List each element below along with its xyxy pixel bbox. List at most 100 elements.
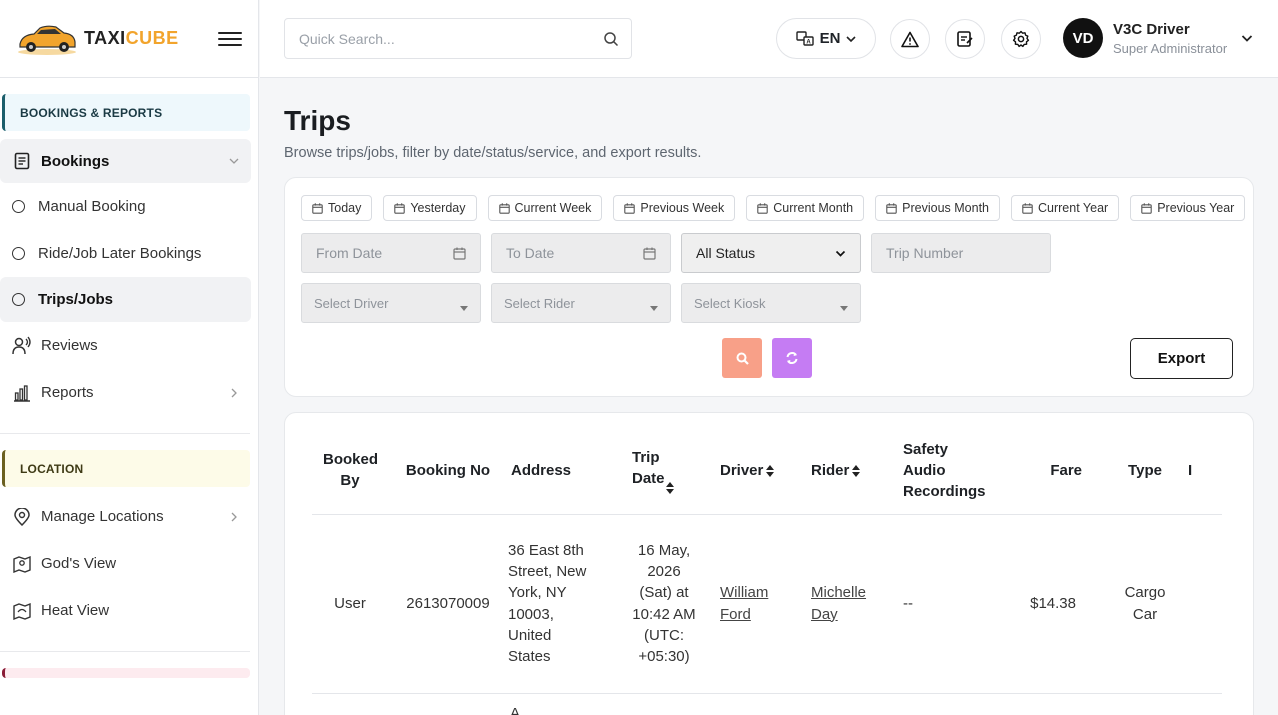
to-date-placeholder: To Date <box>506 245 555 261</box>
sidebar-item-gods-view[interactable]: God's View <box>0 540 251 587</box>
sidebar-item-manual-booking[interactable]: Manual Booking <box>0 183 251 230</box>
sidebar-item-manage-locations[interactable]: Manage Locations <box>0 493 251 540</box>
language-code: EN <box>819 30 841 47</box>
section-bookings-reports: BOOKINGS & REPORTS <box>2 94 250 131</box>
driver-select[interactable]: Select Driver <box>301 283 481 323</box>
edit-document-icon <box>957 31 973 47</box>
sidebar: TAXICUBE BOOKINGS & REPORTS Bookings Man… <box>0 0 259 715</box>
circle-icon <box>12 247 25 260</box>
calendar-icon <box>624 202 636 214</box>
sidebar-item-ride-later-bookings[interactable]: Ride/Job Later Bookings <box>0 230 251 277</box>
filter-panel: Today Yesterday Current Week Previous Week C… <box>284 177 1254 397</box>
svg-text:A: A <box>806 39 811 45</box>
page-title: Trips <box>284 105 351 136</box>
col-address: Address <box>508 427 632 515</box>
sidebar-item-label: Reviews <box>41 337 98 354</box>
col-booked-by: Booked By <box>312 427 388 515</box>
user-role: Super Administrator <box>1113 40 1228 56</box>
kiosk-select[interactable]: Select Kiosk <box>681 283 861 323</box>
range-chip-today[interactable]: Today <box>301 195 373 221</box>
sidebar-item-reports[interactable]: Reports <box>0 369 251 416</box>
sidebar-divider <box>0 433 250 434</box>
circle-icon <box>12 200 25 213</box>
range-chip-previous-year[interactable]: Previous Year <box>1130 195 1246 221</box>
rider-placeholder: Select Rider <box>504 295 575 311</box>
rider-select[interactable]: Select Rider <box>491 283 671 323</box>
notes-button[interactable] <box>945 19 985 59</box>
calendar-icon <box>394 202 406 214</box>
col-fare: Fare <box>1013 427 1108 515</box>
calendar-icon <box>643 247 656 260</box>
sort-icon[interactable] <box>666 481 674 494</box>
trip-number-placeholder: Trip Number <box>886 245 964 261</box>
range-chip-current-week[interactable]: Current Week <box>487 195 603 221</box>
user-menu[interactable]: VD V3C Driver Super Administrator <box>1063 18 1253 58</box>
sidebar-item-label: Manage Locations <box>41 508 164 525</box>
range-chip-current-month[interactable]: Current Month <box>746 195 865 221</box>
quick-search[interactable] <box>284 18 632 59</box>
cell-safety-audio: -- <box>903 514 1013 694</box>
chevron-down-icon <box>229 158 239 164</box>
page-subtitle: Browse trips/jobs, filter by date/status… <box>284 145 702 161</box>
col-type: Type <box>1108 427 1182 515</box>
rider-link[interactable]: Michelle Day <box>811 582 871 625</box>
language-selector[interactable]: A EN <box>776 18 876 59</box>
range-chip-label: Current Week <box>514 201 592 215</box>
section-location: LOCATION <box>2 450 250 487</box>
trip-number-input[interactable]: Trip Number <box>871 233 1051 273</box>
kiosk-placeholder: Select Kiosk <box>694 295 766 311</box>
search-icon <box>736 352 749 365</box>
calendar-icon <box>312 202 323 214</box>
circle-icon <box>12 293 25 306</box>
cell-next <box>1182 514 1222 694</box>
driver-link[interactable]: William Ford <box>720 582 780 625</box>
chevron-right-icon <box>231 388 237 397</box>
search-input[interactable] <box>299 30 603 47</box>
export-button[interactable]: Export <box>1130 338 1233 379</box>
cell-driver: William Ford <box>720 514 811 694</box>
col-rider[interactable]: Rider <box>811 427 903 515</box>
calendar-icon <box>757 202 768 214</box>
dropdown-arrow-icon <box>650 305 658 311</box>
warning-icon <box>901 31 919 47</box>
sort-icon[interactable] <box>852 464 861 477</box>
search-icon[interactable] <box>603 31 619 47</box>
sidebar-item-label: Reports <box>41 384 94 401</box>
from-date-field[interactable]: From Date <box>301 233 481 273</box>
range-chip-label: Previous Month <box>902 201 989 215</box>
range-chip-previous-month[interactable]: Previous Month <box>875 195 1000 221</box>
sidebar-item-heat-view[interactable]: Heat View <box>0 587 251 634</box>
col-trip-date[interactable]: Trip Date <box>632 427 720 515</box>
to-date-field[interactable]: To Date <box>491 233 671 273</box>
calendar-icon <box>498 202 510 214</box>
sidebar-divider <box>0 651 250 652</box>
cell-type: Cargo Car <box>1108 514 1182 694</box>
range-chip-yesterday[interactable]: Yesterday <box>383 195 477 221</box>
dropdown-arrow-icon <box>460 305 468 311</box>
range-chip-current-year[interactable]: Current Year <box>1011 195 1120 221</box>
section-next-collapsed <box>2 668 250 678</box>
search-button[interactable] <box>722 338 762 378</box>
col-next: I <box>1182 427 1222 515</box>
sidebar-item-bookings[interactable]: Bookings <box>0 139 251 183</box>
menu-toggle-icon[interactable] <box>218 27 242 51</box>
range-chip-label: Current Year <box>1038 201 1109 215</box>
quick-range-chips: Today Yesterday Current Week Previous Week C… <box>301 195 1246 221</box>
range-chip-previous-week[interactable]: Previous Week <box>613 195 736 221</box>
sidebar-item-reviews[interactable]: Reviews <box>0 322 251 369</box>
main-content: Trips Browse trips/jobs, filter by date/… <box>284 78 1254 715</box>
range-chip-label: Yesterday <box>410 201 466 215</box>
cell-booking-no: 2613070009 <box>388 514 508 694</box>
settings-button[interactable] <box>1001 19 1041 59</box>
driver-placeholder: Select Driver <box>314 295 389 311</box>
col-driver[interactable]: Driver <box>720 427 811 515</box>
sort-icon[interactable] <box>766 464 775 477</box>
sidebar-item-trips-jobs[interactable]: Trips/Jobs <box>0 277 251 322</box>
from-date-placeholder: From Date <box>316 245 383 261</box>
status-select[interactable]: All Status <box>681 233 861 273</box>
alert-button[interactable] <box>890 19 930 59</box>
reset-button[interactable] <box>772 338 812 378</box>
chevron-down-icon <box>1242 35 1253 42</box>
trips-table: Booked By Booking No Address Trip Date D… <box>312 427 1222 694</box>
cell-rider: Michelle Day <box>811 514 903 694</box>
